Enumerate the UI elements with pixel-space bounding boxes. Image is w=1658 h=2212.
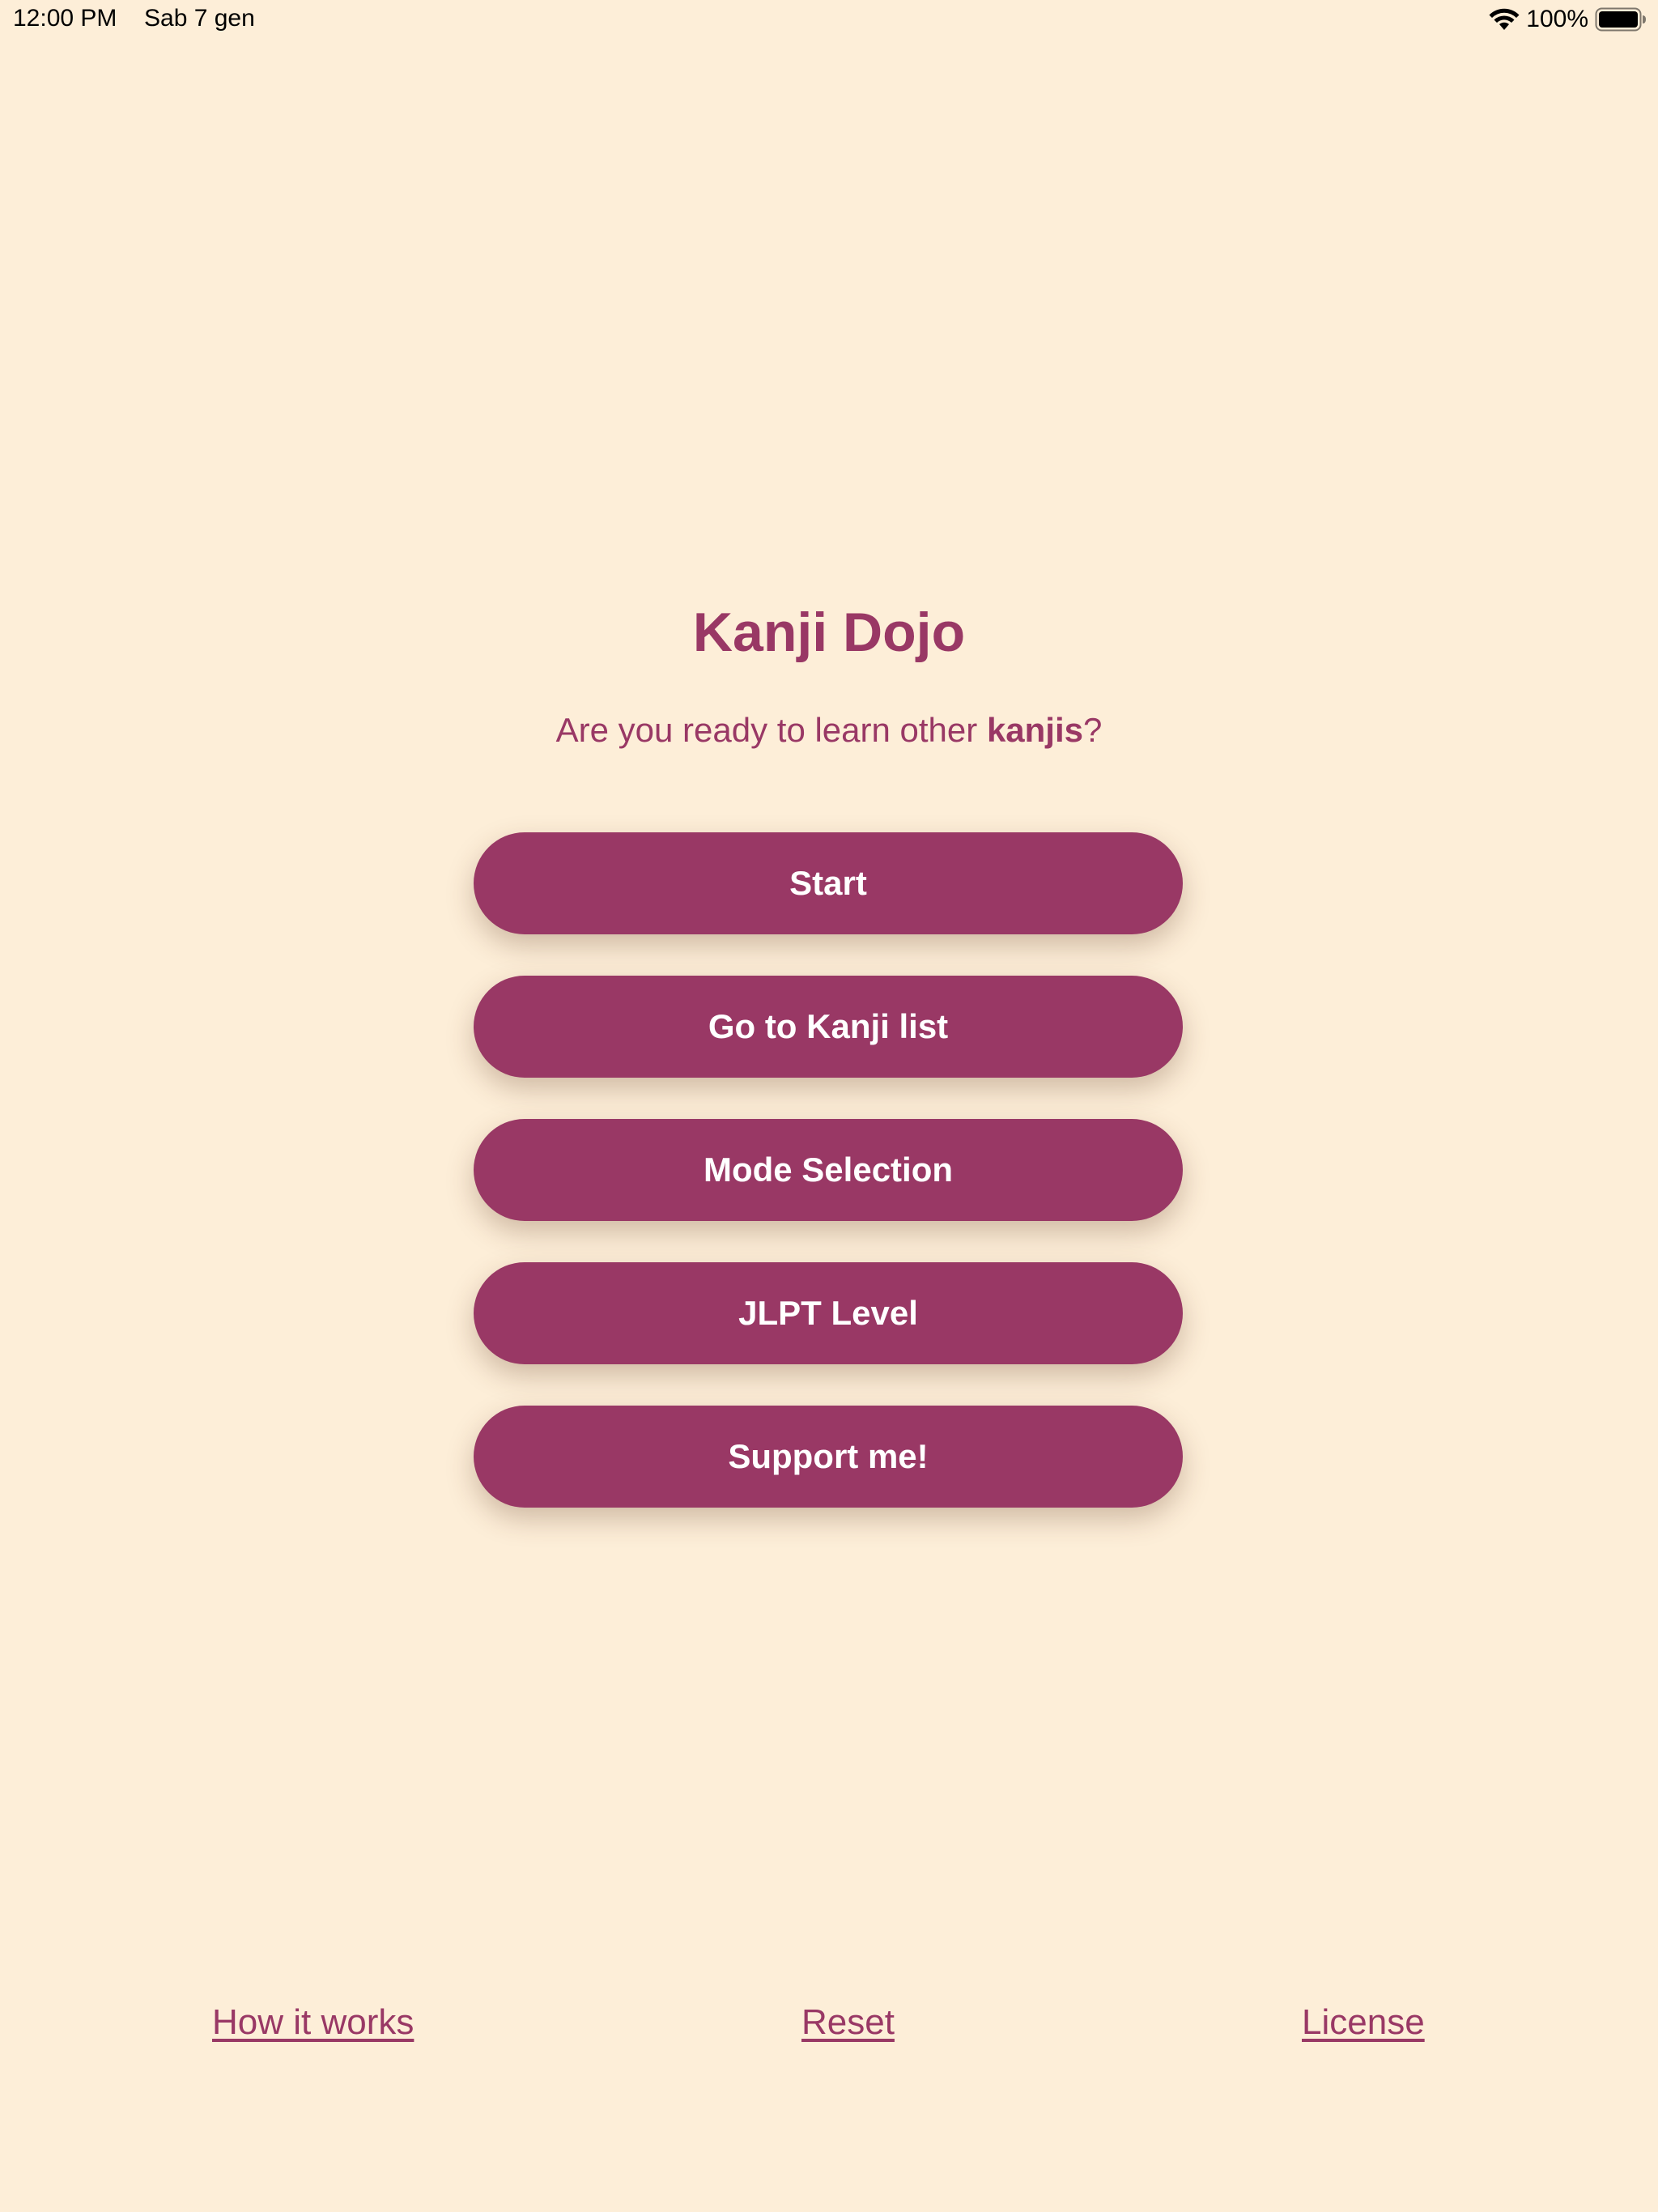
battery-percentage: 100% [1526, 6, 1588, 32]
subtitle: Are you ready to learn other kanjis? [0, 709, 1658, 751]
wifi-icon [1489, 7, 1520, 32]
jlpt-level-button[interactable]: JLPT Level [474, 1262, 1183, 1364]
how-it-works-link[interactable]: How it works [212, 2000, 414, 2045]
status-date: Sab 7 gen [144, 5, 255, 32]
reset-link[interactable]: Reset [801, 2000, 895, 2045]
main-menu: Start Go to Kanji list Mode Selection JL… [474, 832, 1183, 1549]
subtitle-highlight: kanjis [986, 711, 1084, 749]
status-bar: 12:00 PM Sab 7 gen 100% [0, 0, 1658, 39]
status-indicators: 100% [1489, 5, 1647, 34]
support-button[interactable]: Support me! [474, 1406, 1183, 1508]
start-button[interactable]: Start [474, 832, 1183, 934]
app-title: Kanji Dojo [692, 602, 966, 663]
status-time: 12:00 PM [13, 5, 117, 32]
subtitle-suffix: ? [1083, 711, 1103, 749]
subtitle-prefix: Are you ready to learn other [555, 711, 987, 749]
license-link[interactable]: License [1302, 2000, 1425, 2045]
battery-icon [1595, 7, 1647, 32]
kanji-list-button[interactable]: Go to Kanji list [474, 976, 1183, 1078]
mode-selection-button[interactable]: Mode Selection [474, 1119, 1183, 1221]
